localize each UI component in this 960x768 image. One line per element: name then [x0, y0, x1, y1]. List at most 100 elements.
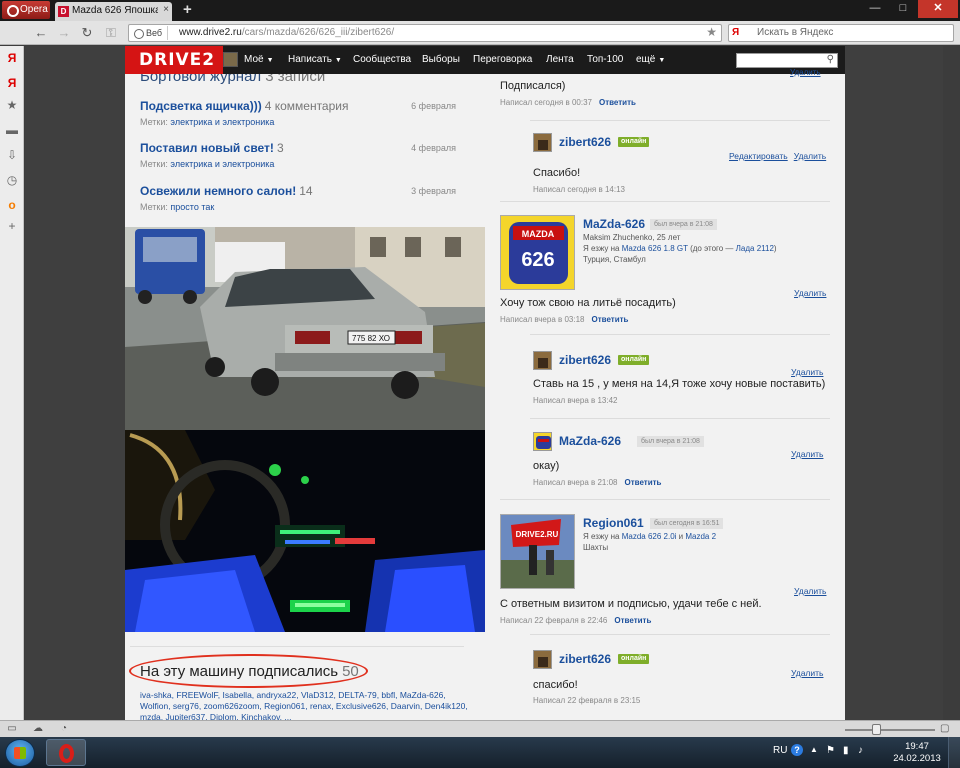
- avatar[interactable]: [533, 133, 552, 152]
- drive2-logo[interactable]: DRIVE2: [125, 46, 223, 74]
- car-photo[interactable]: 775 82 ХО: [125, 227, 485, 430]
- opera-menu-button[interactable]: Opera: [2, 1, 50, 19]
- comment-author-link[interactable]: zibert626: [559, 353, 611, 367]
- comment-author-link[interactable]: Region061: [583, 516, 644, 530]
- delete-button[interactable]: Удалить: [791, 668, 823, 678]
- zoom-reset-icon[interactable]: ▢: [940, 723, 949, 734]
- entry-tag-link[interactable]: электрика и электроника: [170, 159, 274, 169]
- comment-text: спасибо!: [533, 679, 578, 691]
- nav-top100[interactable]: Топ-100: [587, 54, 623, 65]
- delete-button[interactable]: Удалить: [791, 449, 823, 459]
- nav-my-menu[interactable]: Моё ▼: [244, 54, 274, 65]
- search-icon[interactable]: ⚲: [827, 54, 834, 65]
- reload-icon[interactable]: ↻: [78, 24, 96, 42]
- action-center-icon[interactable]: ⚑: [826, 745, 835, 756]
- tray-expand-icon[interactable]: ▲: [810, 745, 818, 754]
- yandex-panel-icon[interactable]: Я: [4, 50, 20, 66]
- nav-feed[interactable]: Лента: [546, 54, 574, 65]
- comment-author-link[interactable]: zibert626: [559, 135, 611, 149]
- interior-photo[interactable]: [125, 430, 485, 632]
- avatar[interactable]: [533, 351, 552, 370]
- avatar[interactable]: [533, 432, 552, 451]
- zoom-slider-handle[interactable]: [872, 724, 881, 735]
- volume-icon[interactable]: ♪: [858, 745, 863, 756]
- nav-more-menu[interactable]: ещё ▼: [636, 54, 665, 65]
- entry-comment-count[interactable]: 14: [299, 184, 312, 198]
- car-link[interactable]: Mazda 2: [685, 532, 716, 541]
- site-search-input[interactable]: ⚲: [736, 53, 838, 68]
- delete-button[interactable]: Удалить: [794, 151, 826, 161]
- comment-actions: Редактировать Удалить: [723, 151, 826, 161]
- window-minimize-button[interactable]: —: [862, 0, 888, 18]
- yandex-icon[interactable]: Я: [732, 27, 739, 38]
- reply-button[interactable]: Ответить: [614, 616, 651, 625]
- entry-title-link[interactable]: Освежили немного салон!: [140, 184, 296, 198]
- window-maximize-button[interactable]: □: [890, 0, 916, 18]
- nav-communities[interactable]: Сообщества: [353, 54, 411, 65]
- delete-button[interactable]: Удалить: [791, 367, 823, 377]
- notes-icon[interactable]: ▬: [4, 122, 20, 138]
- entry-title-link[interactable]: Поставил новый свет!: [140, 141, 274, 155]
- tab-close-icon[interactable]: ×: [163, 4, 169, 15]
- entry-title-link[interactable]: Подсветка ящичка))): [140, 99, 262, 113]
- window-close-button[interactable]: ✕: [918, 0, 958, 18]
- edit-button[interactable]: Редактировать: [729, 151, 788, 161]
- nav-write-menu[interactable]: Написать ▼: [288, 54, 342, 65]
- zoom-slider[interactable]: [845, 729, 935, 731]
- system-clock[interactable]: 19:47 24.02.2013: [892, 741, 942, 765]
- odnoklassniki-icon[interactable]: о: [4, 197, 20, 213]
- bookmarks-icon[interactable]: ★: [4, 97, 20, 113]
- reply-button[interactable]: Ответить: [592, 315, 629, 324]
- network-icon[interactable]: ▮: [843, 745, 849, 756]
- comment-author-link[interactable]: zibert626: [559, 652, 611, 666]
- opera-link-icon[interactable]: ☁: [32, 723, 44, 735]
- nav-elections[interactable]: Выборы: [422, 54, 460, 65]
- reply-button[interactable]: Ответить: [599, 98, 636, 107]
- entry-tag-link[interactable]: электрика и электроника: [170, 117, 274, 127]
- delete-button[interactable]: Удалить: [790, 68, 821, 77]
- entry-comment-count[interactable]: 4 комментария: [265, 99, 349, 113]
- reply-button[interactable]: Ответить: [625, 478, 662, 487]
- comment-author-link[interactable]: MaZda-626: [559, 434, 621, 448]
- delete-button[interactable]: Удалить: [794, 288, 826, 298]
- bookmark-star-icon[interactable]: ★: [706, 25, 717, 39]
- avatar[interactable]: [533, 650, 552, 669]
- history-icon[interactable]: ◷: [4, 172, 20, 188]
- turbo-icon[interactable]: ◔: [58, 723, 70, 735]
- downloads-icon[interactable]: ⇩: [4, 147, 20, 163]
- entry-comment-count[interactable]: 3: [277, 141, 284, 155]
- show-desktop-button[interactable]: [948, 737, 960, 768]
- add-panel-icon[interactable]: +: [4, 218, 20, 234]
- language-indicator[interactable]: RU: [773, 745, 787, 756]
- car-link[interactable]: Лада 2112: [736, 244, 774, 253]
- car-link[interactable]: Mazda 626 1.8 GT: [622, 244, 688, 253]
- browser-tab-active[interactable]: D Mazda 626 Япошка дв... ×: [55, 2, 172, 21]
- annotation-red-circle: [129, 654, 368, 688]
- back-icon[interactable]: ←: [32, 24, 50, 42]
- forward-icon[interactable]: →: [55, 24, 73, 42]
- entry-tag-link[interactable]: просто так: [170, 202, 214, 212]
- nav-chat[interactable]: Переговорка: [473, 54, 532, 65]
- avatar[interactable]: MAZDA 626: [500, 215, 575, 290]
- subscribers-list[interactable]: iva-shka, FREEWolF, Isabella, andryxa22,…: [140, 690, 470, 720]
- delete-button[interactable]: Удалить: [794, 586, 826, 596]
- url-host: www.drive2.ru: [179, 27, 242, 38]
- new-tab-button[interactable]: +: [183, 1, 192, 18]
- comment-item: DRIVE2.RU Region061 был сегодня в 16:51 …: [500, 514, 830, 626]
- opera-icon: [59, 744, 74, 763]
- car-link[interactable]: Mazda 626 2.0i: [622, 532, 677, 541]
- comment-author-link[interactable]: MaZda-626: [583, 217, 645, 231]
- key-icon[interactable]: ⚿: [102, 24, 120, 42]
- start-button[interactable]: [5, 739, 35, 767]
- yandex-mail-icon[interactable]: Я: [4, 75, 20, 91]
- avatar[interactable]: DRIVE2.RU: [500, 514, 575, 589]
- site-security-badge[interactable]: Веб: [132, 26, 169, 40]
- taskbar-opera-button[interactable]: [46, 739, 86, 766]
- address-bar[interactable]: Веб www.drive2.ru/cars/mazda/626/626_iii…: [128, 24, 735, 42]
- help-icon[interactable]: ?: [791, 744, 803, 756]
- address-url[interactable]: www.drive2.ru/cars/mazda/626/626_iii/zib…: [179, 27, 394, 38]
- search-box[interactable]: Я Искать в Яндекс: [728, 24, 954, 42]
- comment-item-reply: zibert626 онлайн Удалить спасибо! Написа…: [533, 650, 845, 706]
- user-avatar[interactable]: [223, 52, 238, 67]
- panel-toggle-icon[interactable]: ▭: [6, 723, 18, 735]
